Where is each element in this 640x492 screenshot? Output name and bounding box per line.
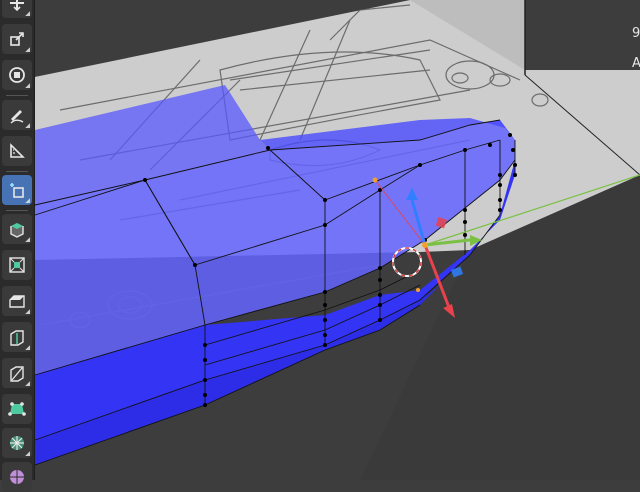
measure-icon — [8, 142, 26, 160]
viewport-overlay-text: 9 A — [632, 22, 640, 82]
add-cube-icon — [8, 181, 26, 199]
annotate-tool-button[interactable] — [2, 100, 32, 130]
inset-icon — [8, 256, 26, 274]
knife-icon — [8, 364, 26, 382]
spin-icon — [8, 434, 26, 452]
add-cube-tool-button[interactable] — [2, 175, 32, 205]
extrude-tool-button[interactable] — [2, 214, 32, 244]
spin-tool-button[interactable] — [2, 428, 32, 458]
poly-build-tool-button[interactable] — [2, 394, 32, 424]
transform-tool-button[interactable] — [2, 60, 32, 90]
annotate-icon — [8, 106, 26, 124]
overlay-char-1: 9 — [632, 26, 640, 42]
smooth-tool-button[interactable] — [2, 462, 32, 492]
scale-icon — [8, 30, 26, 48]
overlay-char-2: A — [632, 56, 640, 72]
inset-tool-button[interactable] — [2, 250, 32, 280]
knife-tool-button[interactable] — [2, 358, 32, 388]
measure-tool-button[interactable] — [2, 136, 32, 166]
move-tool-button[interactable] — [2, 0, 32, 18]
tool-shelf — [0, 0, 35, 480]
move-icon — [8, 0, 26, 12]
loop-cut-tool-button[interactable] — [2, 322, 32, 352]
3d-viewport[interactable] — [0, 0, 640, 480]
extrude-icon — [8, 220, 26, 238]
scale-tool-button[interactable] — [2, 24, 32, 54]
transform-icon — [8, 66, 26, 84]
bevel-icon — [8, 292, 26, 310]
smooth-icon — [8, 468, 26, 486]
loop-cut-icon — [8, 328, 26, 346]
viewport-scene[interactable] — [0, 0, 640, 480]
bevel-tool-button[interactable] — [2, 286, 32, 316]
poly-build-icon — [8, 400, 26, 418]
